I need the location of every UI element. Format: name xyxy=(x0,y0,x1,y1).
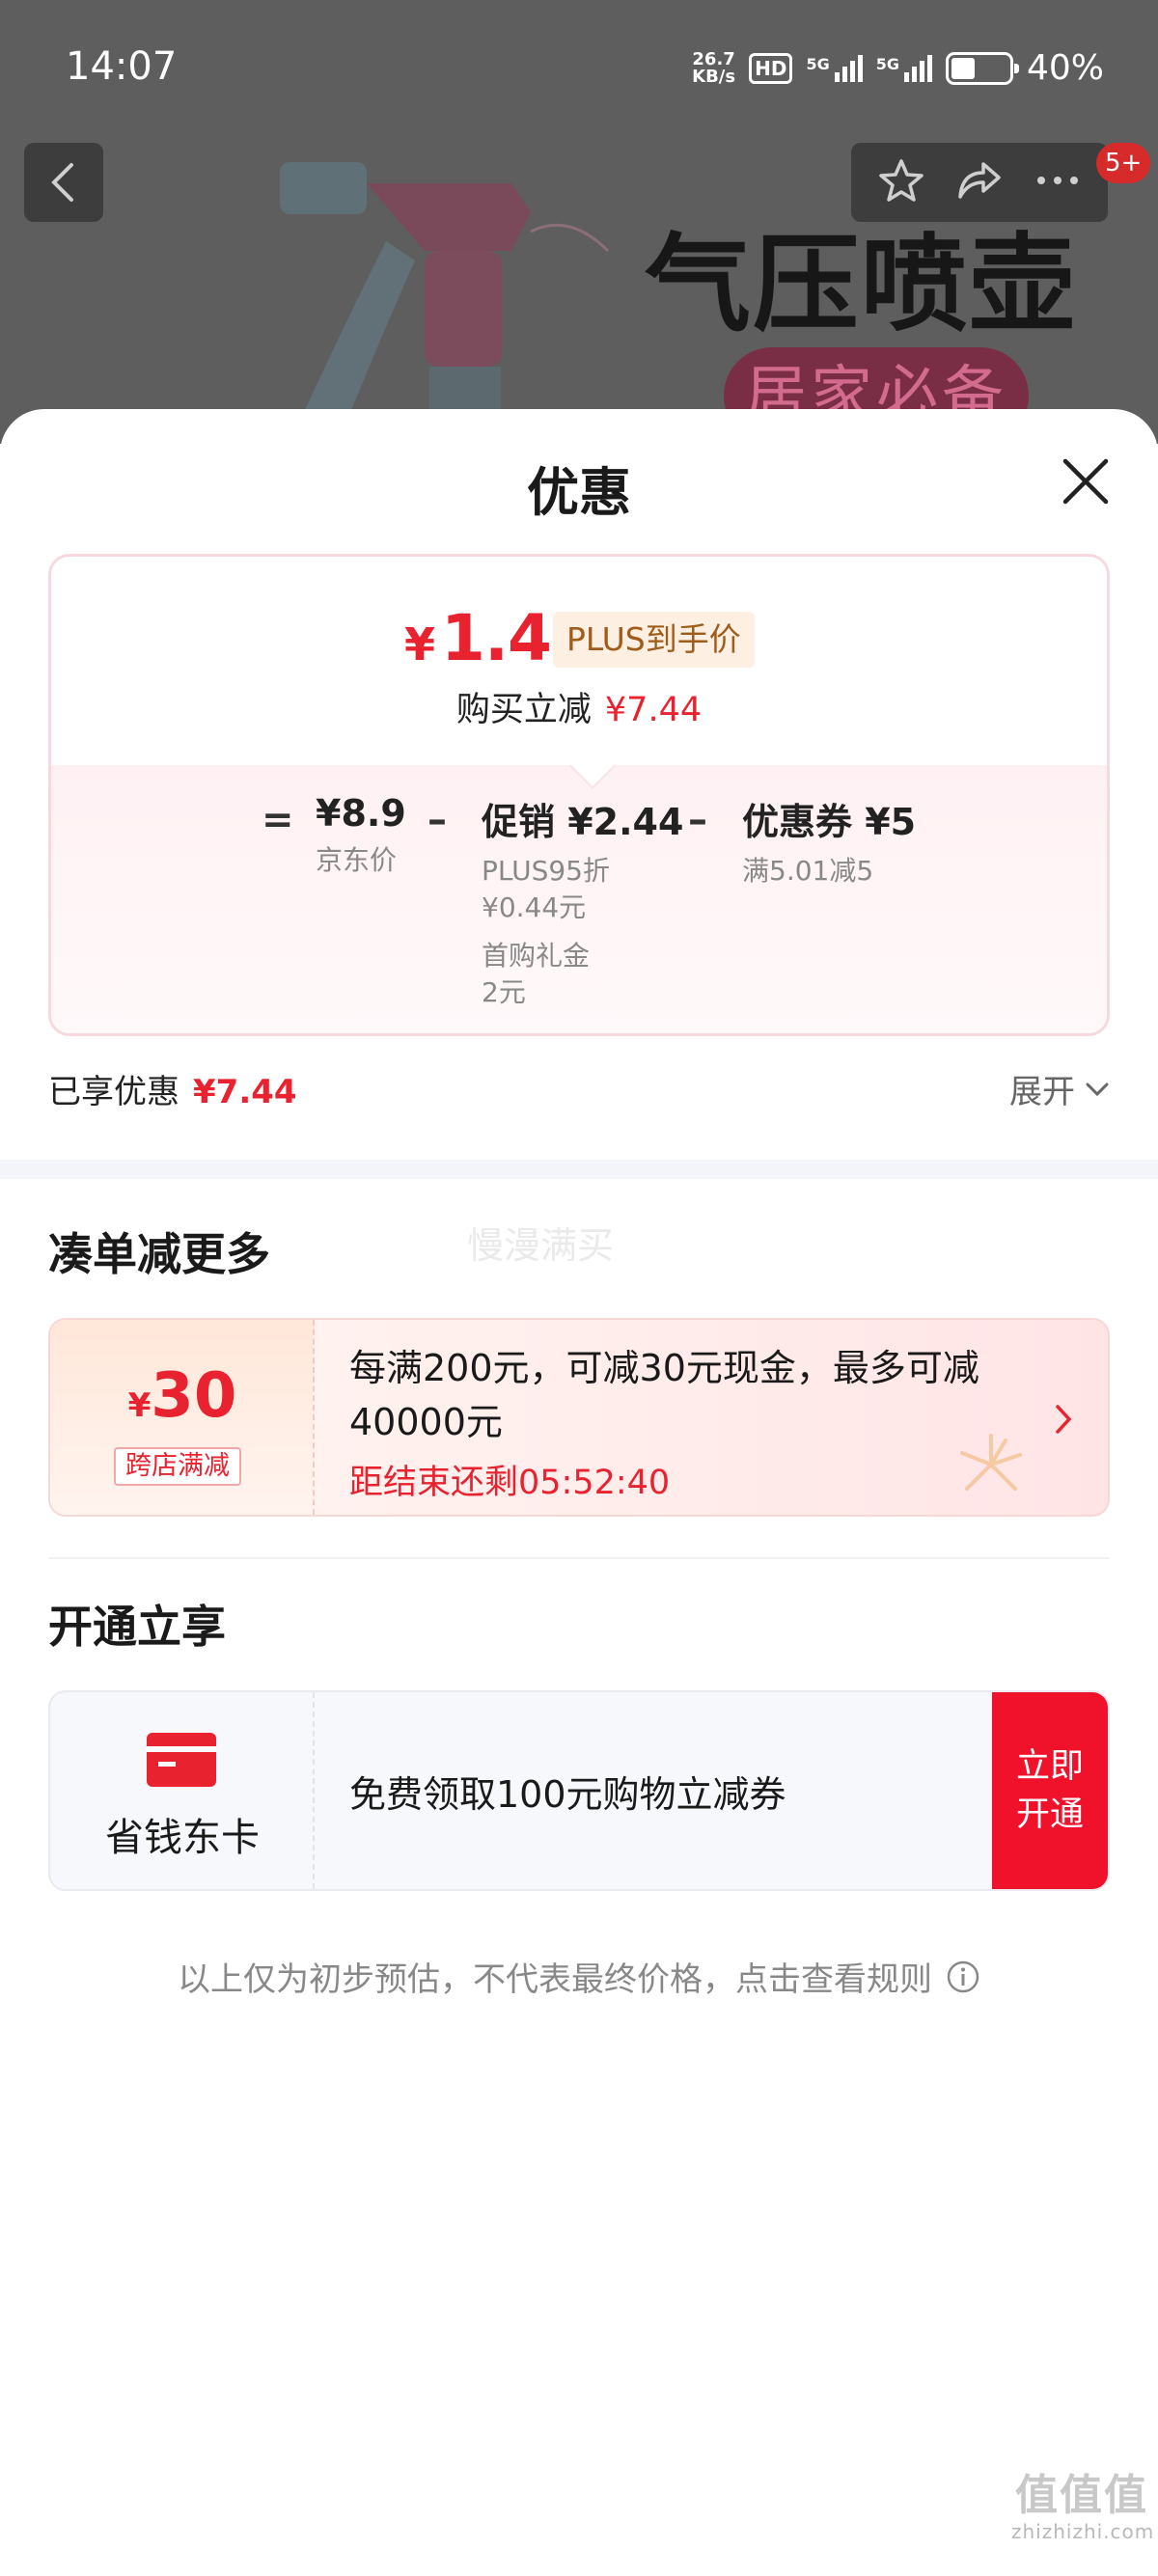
activate-membership-button[interactable]: 立即开通 xyxy=(992,1692,1108,1889)
signal-icon-2: 5G xyxy=(875,54,932,82)
price-formula: = ¥8.9 京东价 – 促销 ¥2.44 PLUS95折 ¥0.44元 首购礼… xyxy=(51,557,1107,1033)
status-time: 14:07 xyxy=(66,44,178,89)
divider xyxy=(48,1557,1110,1559)
share-icon xyxy=(958,162,1001,199)
site-watermark-logo: 值值值 xyxy=(1015,2471,1148,2520)
minus-sign-2: – xyxy=(688,798,707,842)
network-speed-value: 26.7 xyxy=(692,48,735,69)
price-breakdown-card: ¥ 1.46 PLUS到手价 购买立减 ¥7.44 = ¥8.9 京东价 – 促销… xyxy=(48,554,1110,1036)
battery-icon xyxy=(945,51,1019,85)
network-speed-unit: KB/s xyxy=(692,66,736,87)
top-action-bar xyxy=(851,143,1108,222)
promo-item: 促销 ¥2.44 PLUS95折 ¥0.44元 首购礼金 2元 xyxy=(482,792,683,1011)
discount-sheet: 优惠 ¥ 1.46 PLUS到手价 购买立减 ¥7.44 = ¥8.9 京东价 –… xyxy=(0,409,1158,2576)
membership-offer: 免费领取100元购物立减券 xyxy=(349,1772,786,1816)
equals-sign: = xyxy=(262,798,294,842)
status-indicators: 26.7 KB/s HD 5G 5G 40% xyxy=(692,48,1104,88)
favorite-button[interactable] xyxy=(877,156,925,208)
hd-icon: HD xyxy=(749,52,793,84)
spray-bottle-image xyxy=(280,162,610,444)
more-button[interactable] xyxy=(1034,171,1082,194)
membership-section-title: 开通立享 xyxy=(48,1601,226,1653)
enjoyed-discount-label: 已享优惠 xyxy=(48,1073,179,1111)
firework-decoration-icon xyxy=(960,1434,1022,1491)
promo-total: 促销 ¥2.44 xyxy=(482,801,684,843)
signal-label-2: 5G xyxy=(875,54,899,73)
expand-button[interactable]: 展开 xyxy=(1009,1065,1110,1112)
coupon-condition: 满5.01减5 xyxy=(742,855,874,887)
promo-first-buy-value: 2元 xyxy=(482,976,526,1008)
promo-plus95: PLUS95折 xyxy=(482,855,610,887)
share-button[interactable] xyxy=(954,156,1005,208)
network-speed: 26.7 KB/s xyxy=(692,48,736,87)
notification-badge: 5+ xyxy=(1096,143,1151,183)
rules-disclaimer[interactable]: 以上仅为初步预估，不代表最终价格，点击查看规则 xyxy=(0,1953,1158,2000)
disclaimer-text: 以上仅为初步预估，不代表最终价格，点击查看规则 xyxy=(178,1960,932,1999)
chevron-right-icon xyxy=(1056,1405,1072,1434)
back-arrow-icon xyxy=(51,163,73,202)
coupon-item: 优惠券 ¥5 满5.01减5 xyxy=(742,792,916,890)
minus-sign: – xyxy=(427,798,447,842)
back-button[interactable] xyxy=(24,143,103,222)
combine-section-title: 凑单减更多 xyxy=(48,1228,270,1280)
enjoyed-discount-value: ¥7.44 xyxy=(193,1073,297,1111)
jd-price-item: ¥8.9 京东价 xyxy=(316,792,406,879)
jd-price-label: 京东价 xyxy=(316,844,398,876)
star-icon xyxy=(879,159,924,202)
promo-countdown: 距结束还剩05:52:40 xyxy=(349,1464,671,1502)
promo-value: 30 xyxy=(151,1360,237,1432)
sheet-title: 优惠 xyxy=(527,462,631,523)
more-icon xyxy=(1037,177,1078,184)
enjoyed-discount: 已享优惠 ¥7.44 xyxy=(48,1065,297,1112)
promo-plus95-value: ¥0.44元 xyxy=(482,891,587,923)
chevron-down-icon xyxy=(1086,1082,1109,1096)
membership-name: 省钱东卡 xyxy=(105,1816,260,1860)
close-icon xyxy=(1062,458,1109,505)
coupon-total: 优惠券 ¥5 xyxy=(742,801,917,843)
enjoyed-discount-row: 已享优惠 ¥7.44 展开 xyxy=(48,1065,1110,1123)
card-icon xyxy=(147,1733,216,1787)
jd-price: ¥8.9 xyxy=(316,792,406,835)
promo-type-badge: 跨店满减 xyxy=(114,1447,241,1486)
membership-card: 省钱东卡 免费领取100元购物立减券 立即开通 xyxy=(48,1690,1110,1891)
signal-icon: 5G xyxy=(806,54,863,82)
expand-label: 展开 xyxy=(1009,1073,1075,1111)
section-divider xyxy=(0,1160,1158,1179)
info-icon xyxy=(947,1960,979,1992)
background-watermark-text: 慢漫满买 xyxy=(467,1224,615,1267)
status-bar: 14:07 26.7 KB/s HD 5G 5G 40% xyxy=(0,0,1158,135)
promo-first-buy: 首购礼金 xyxy=(482,940,591,972)
sheet-header: 优惠 xyxy=(0,409,1158,554)
cross-store-promo-card[interactable]: ¥30 跨店满减 每满200元，可减30元现金，最多可减40000元 距结束还剩… xyxy=(48,1318,1110,1517)
signal-label: 5G xyxy=(806,54,830,73)
site-watermark-url: zhizhizhi.com xyxy=(1011,2520,1155,2543)
product-page-background: 14:07 26.7 KB/s HD 5G 5G 40% 气压喷壶 居家必备 5… xyxy=(0,0,1158,444)
battery-level: 40% xyxy=(1026,48,1104,88)
promo-currency: ¥ xyxy=(127,1386,152,1425)
promo-amount: ¥30 xyxy=(50,1360,315,1432)
close-button[interactable] xyxy=(1052,448,1119,515)
